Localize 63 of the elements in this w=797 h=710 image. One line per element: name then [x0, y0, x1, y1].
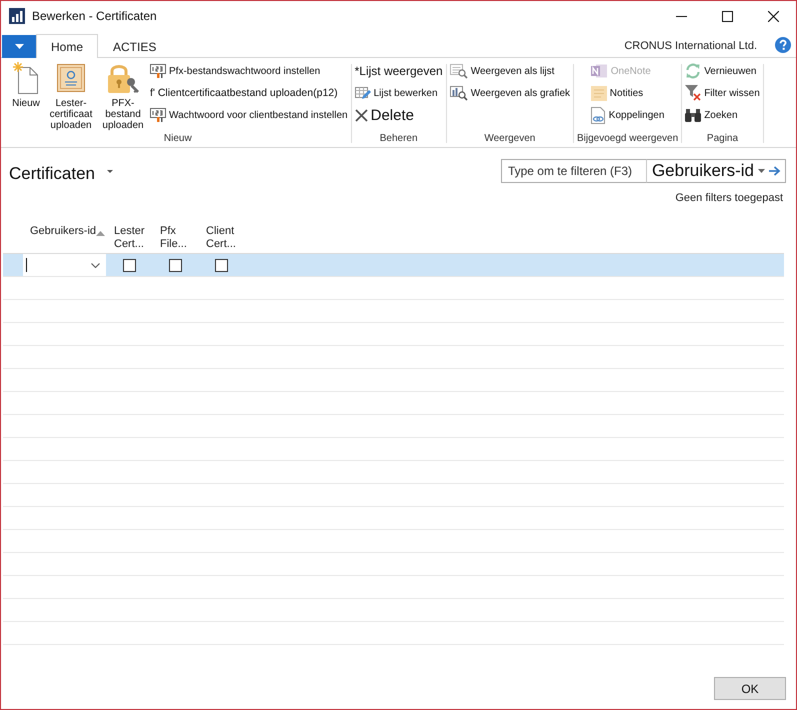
group-label: Pagina — [706, 133, 738, 144]
view-as-list-button[interactable]: Weergeven als lijst — [450, 62, 570, 80]
password-field-icon — [150, 108, 166, 122]
checkbox[interactable] — [122, 258, 136, 272]
delete-button[interactable]: Delete — [354, 106, 443, 124]
company-name: CRONUS International Ltd. — [624, 40, 757, 52]
window-title: Bewerken - Certificaten — [32, 9, 157, 23]
checkbox[interactable] — [168, 258, 182, 272]
arrow-right-icon — [769, 166, 781, 176]
password-field-icon — [150, 64, 166, 78]
menu-dropdown-button[interactable] — [2, 35, 36, 58]
attachment-button[interactable]: Notities — [590, 84, 664, 102]
table-edit-icon — [354, 86, 371, 100]
cross-icon — [354, 108, 368, 122]
ribbon-tab[interactable]: Home — [36, 34, 98, 58]
column-header[interactable]: Client Cert... — [206, 225, 242, 251]
column-header[interactable]: Gebruikers-id — [30, 225, 96, 238]
refresh-icon — [685, 63, 702, 79]
show-list-button[interactable]: *Lijst weergeven — [354, 62, 443, 80]
maximize-icon — [722, 10, 732, 22]
checkbox[interactable] — [214, 258, 228, 272]
help-icon[interactable] — [775, 36, 791, 52]
group-label: Nieuw — [164, 133, 192, 144]
funnel-cross-icon — [685, 85, 702, 101]
caret-down-icon[interactable] — [106, 170, 113, 172]
note-icon — [590, 86, 607, 100]
chevron-down-icon — [91, 262, 100, 268]
ok-button[interactable]: OK — [714, 677, 786, 700]
edit-list-button[interactable]: Lijst bewerken — [354, 84, 443, 102]
caret-down-icon — [758, 169, 765, 173]
page-title: Certificaten — [9, 164, 95, 184]
certificate-icon — [57, 62, 85, 94]
text-cursor-icon — [26, 258, 27, 272]
filter-field-selector[interactable]: Gebruikers-id — [646, 159, 786, 183]
upload-certificate-button[interactable]: Lester-certificaat uploaden — [46, 62, 96, 132]
attachment-button[interactable]: Koppelingen — [590, 106, 664, 124]
lock-with-key-icon — [106, 62, 140, 94]
refresh-button[interactable]: Vernieuwen — [685, 62, 760, 80]
chart-magnifier-icon — [450, 86, 468, 100]
notebook-icon — [590, 64, 608, 78]
search-button[interactable]: Zoeken — [685, 106, 760, 124]
group-label: Bijgevoegd weergeven — [577, 133, 678, 144]
upload-client-certificate-button[interactable]: f' Clientcertificaatbestand uploaden(p12) — [150, 84, 348, 102]
bar-chart-icon — [9, 8, 25, 24]
filter-status: Geen filters toegepast — [675, 192, 783, 204]
close-icon — [768, 10, 778, 22]
filter-input[interactable]: Type om te filteren (F3) — [500, 159, 647, 183]
column-header[interactable]: Pfx File... — [160, 225, 196, 251]
column-header[interactable]: Lester Cert... — [114, 225, 150, 251]
group-label: Beheren — [380, 133, 418, 144]
upload-pfx-button[interactable]: PFX-bestand uploaden — [98, 62, 148, 132]
ribbon-tab[interactable]: ACTIES — [98, 34, 172, 58]
view-as-chart-button[interactable]: Weergeven als grafiek — [450, 84, 570, 102]
set-client-password-button[interactable]: Wachtwoord voor clientbestand instellen — [150, 106, 348, 124]
set-password-button[interactable]: Pfx-bestandswachtwoord instellen — [150, 62, 348, 80]
linked-document-icon — [590, 106, 606, 124]
new-button[interactable]: Nieuw — [8, 62, 44, 110]
clear-filter-button[interactable]: Filter wissen — [685, 84, 760, 102]
new-document-icon — [13, 62, 39, 94]
group-label: Weergeven — [484, 133, 536, 144]
list-magnifier-icon — [450, 64, 468, 78]
binoculars-icon — [685, 108, 702, 122]
caret-down-icon — [14, 44, 24, 49]
